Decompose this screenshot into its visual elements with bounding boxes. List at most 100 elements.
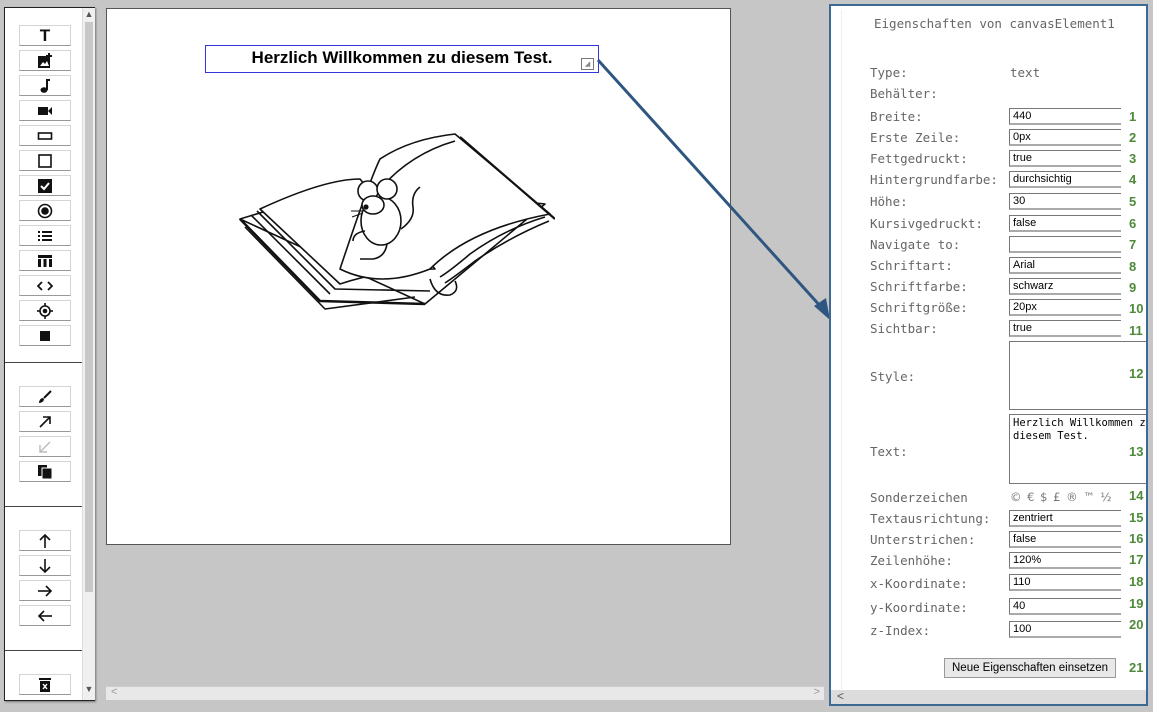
annotation-number: 16: [1129, 531, 1144, 546]
property-label: Breite:: [870, 109, 923, 124]
radio-tool-icon: [37, 203, 53, 218]
scroll-right-icon[interactable]: >: [814, 686, 820, 698]
arrow-up-right-button[interactable]: [19, 411, 71, 432]
italic-input[interactable]: [1009, 215, 1121, 232]
music-note-icon: [40, 78, 50, 93]
font-size-input[interactable]: [1009, 299, 1121, 316]
checkbox-tool-button[interactable]: [19, 175, 71, 196]
properties-panel: Eigenschaften von canvasElement1 Type: t…: [829, 4, 1148, 706]
property-label: Fettgedruckt:: [870, 151, 968, 166]
height-input[interactable]: [1009, 193, 1121, 210]
font-color-input[interactable]: [1009, 278, 1121, 295]
annotation-number: 8: [1129, 259, 1137, 274]
property-label: Erste Zeile:: [870, 130, 961, 145]
scroll-left-icon[interactable]: <: [837, 689, 844, 703]
style-textarea[interactable]: [1009, 341, 1146, 410]
panel-horizontal-scrollbar[interactable]: <: [831, 689, 1146, 704]
annotation-number: 15: [1129, 510, 1144, 525]
width-input[interactable]: [1009, 108, 1121, 125]
code-tool-button[interactable]: [19, 275, 71, 296]
text-align-input[interactable]: [1009, 510, 1121, 527]
arrow-down-left-button[interactable]: [19, 436, 71, 457]
square-tool-button[interactable]: [19, 150, 71, 171]
property-label: y-Koordinate:: [870, 600, 968, 615]
annotation-number: 2: [1129, 130, 1137, 145]
font-family-input[interactable]: [1009, 257, 1121, 274]
y-coordinate-input[interactable]: [1009, 598, 1121, 615]
annotation-number: 9: [1129, 280, 1137, 295]
copy-tool-button[interactable]: [19, 461, 71, 482]
move-down-button[interactable]: [19, 555, 71, 576]
x-coordinate-input[interactable]: [1009, 574, 1121, 591]
editor-canvas[interactable]: Herzlich Willkommen zu diesem Test.: [106, 8, 731, 545]
arrow-up-right-icon: [39, 415, 51, 428]
move-up-button[interactable]: [19, 530, 71, 551]
background-color-input[interactable]: [1009, 171, 1121, 188]
toolbar-divider: [5, 506, 83, 507]
annotation-number: 21: [1129, 660, 1144, 675]
annotation-number: 4: [1129, 172, 1137, 187]
navigate-to-input[interactable]: [1009, 236, 1121, 253]
bold-input[interactable]: [1009, 150, 1121, 167]
move-left-button[interactable]: [19, 605, 71, 626]
annotation-number: 10: [1129, 301, 1144, 316]
visible-input[interactable]: [1009, 320, 1121, 337]
scroll-up-icon[interactable]: ▲: [84, 9, 94, 19]
video-tool-button[interactable]: [19, 100, 71, 121]
scroll-left-icon[interactable]: <: [111, 686, 117, 698]
arrow-right-icon: [38, 584, 53, 597]
text-textarea[interactable]: Herzlich Willkommen zu diesem Test.: [1009, 414, 1146, 484]
add-image-icon: [38, 52, 52, 68]
radio-tool-button[interactable]: [19, 200, 71, 221]
list-tool-button[interactable]: [19, 225, 71, 246]
book-with-mouse-image[interactable]: [235, 119, 555, 319]
property-label: Navigate to:: [870, 237, 961, 252]
type-label: Type:: [870, 65, 908, 80]
stop-icon: [40, 330, 50, 341]
stop-tool-button[interactable]: [19, 325, 71, 346]
toolbar-scrollbar[interactable]: ▲ ▼: [82, 8, 95, 700]
special-chars-picker[interactable]: © € $ £ ® ™ ½: [1010, 490, 1113, 504]
property-label: Höhe:: [870, 194, 908, 209]
property-label: Kursivgedruckt:: [870, 216, 983, 231]
button-tool-icon: [37, 131, 53, 140]
container-label: Behälter:: [870, 86, 938, 101]
property-label: x-Koordinate:: [870, 576, 968, 591]
arrow-left-icon: [37, 609, 52, 622]
scrollbar-thumb[interactable]: [85, 22, 93, 592]
arrow-up-icon: [39, 533, 51, 548]
property-label: Schriftgröße:: [870, 300, 968, 315]
list-tool-icon: [38, 230, 52, 241]
table-tool-button[interactable]: [19, 250, 71, 271]
style-label: Style:: [870, 369, 916, 384]
delete-button[interactable]: [19, 674, 71, 695]
annotation-number: 6: [1129, 216, 1137, 231]
button-tool-button[interactable]: [19, 125, 71, 146]
canvas-text-element[interactable]: Herzlich Willkommen zu diesem Test.: [205, 45, 599, 73]
annotation-number: 14: [1129, 488, 1144, 503]
brush-icon: [39, 389, 52, 403]
property-label: Textausrichtung:: [870, 511, 991, 526]
table-tool-icon: [38, 254, 52, 267]
audio-tool-button[interactable]: [19, 75, 71, 96]
move-right-button[interactable]: [19, 580, 71, 601]
add-image-button[interactable]: [19, 50, 71, 71]
target-tool-button[interactable]: [19, 300, 71, 321]
line-height-input[interactable]: [1009, 552, 1121, 569]
annotation-number: 7: [1129, 237, 1137, 252]
z-index-input[interactable]: [1009, 621, 1121, 638]
canvas-horizontal-scrollbar[interactable]: < >: [106, 686, 824, 700]
text-tool-button[interactable]: T: [19, 25, 71, 46]
panel-title: Eigenschaften von canvasElement1: [874, 16, 1115, 31]
resize-handle-icon[interactable]: [581, 58, 594, 70]
apply-properties-button[interactable]: Neue Eigenschaften einsetzen: [944, 658, 1116, 678]
toolbar-divider: [5, 362, 83, 363]
apply-button-label: Neue Eigenschaften einsetzen: [952, 662, 1108, 674]
scroll-down-icon[interactable]: ▼: [84, 684, 94, 694]
brush-tool-button[interactable]: [19, 386, 71, 407]
first-line-input[interactable]: [1009, 129, 1121, 146]
text-tool-icon: T: [39, 25, 51, 45]
underline-input[interactable]: [1009, 531, 1121, 548]
properties-form: Eigenschaften von canvasElement1 Type: t…: [841, 10, 1146, 690]
annotation-number: 11: [1129, 323, 1143, 338]
